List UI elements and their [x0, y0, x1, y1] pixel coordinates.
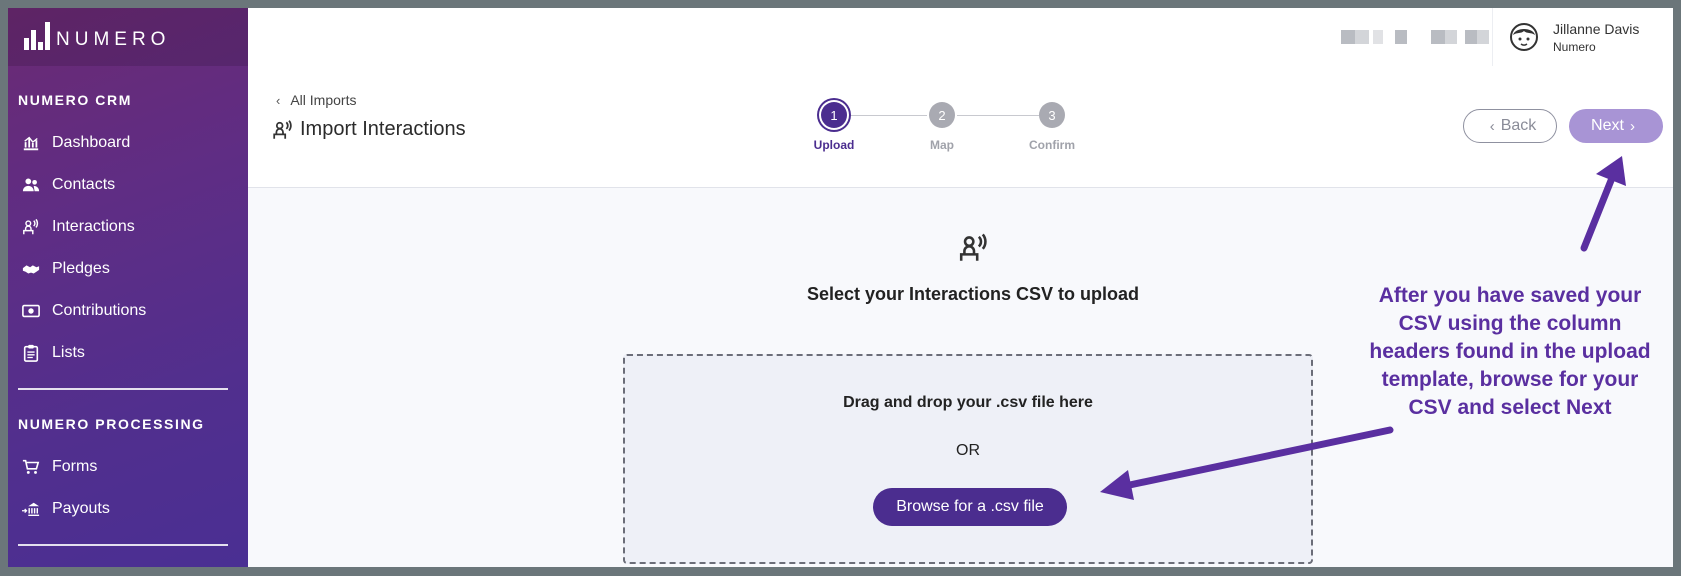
sidebar: NUMERO NUMERO CRM Dashboard Contacts Int…	[8, 8, 248, 567]
next-button[interactable]: Next ›	[1569, 109, 1663, 143]
redacted-block	[1355, 30, 1369, 44]
step-label: Confirm	[1029, 138, 1075, 152]
step-upload: 1 Upload	[804, 102, 864, 152]
chevron-right-icon: ›	[1629, 117, 1635, 135]
avatar-icon	[1510, 23, 1538, 51]
sidebar-section-crm: NUMERO CRM	[18, 92, 132, 108]
dropzone-text: Drag and drop your .csv file here	[843, 394, 1093, 411]
redacted-block	[1341, 30, 1355, 44]
interactions-icon	[20, 216, 42, 238]
sidebar-item-dashboard[interactable]: Dashboard	[8, 122, 248, 164]
back-button-label: Back	[1500, 117, 1537, 134]
back-button[interactable]: ‹ Back	[1463, 109, 1557, 143]
sidebar-item-lists[interactable]: Lists	[8, 332, 248, 374]
import-stepper: 1 Upload 2 Map 3 Confirm	[804, 102, 1075, 162]
page-title-text: Import Interactions	[300, 118, 466, 140]
user-name: Jillanne Davis	[1553, 20, 1640, 37]
step-number: 1	[821, 102, 847, 128]
sidebar-item-label: Pledges	[52, 260, 110, 277]
user-menu[interactable]: Jillanne Davis Numero	[1492, 8, 1673, 66]
sidebar-divider	[18, 388, 228, 390]
step-map: 2 Map	[912, 102, 972, 152]
dashboard-icon	[20, 132, 42, 154]
page-header: ‹ All Imports Import Interactions 1 Uplo…	[248, 66, 1673, 188]
redacted-block	[1477, 30, 1489, 44]
sidebar-section-processing: NUMERO PROCESSING	[18, 416, 205, 432]
redacted-block	[1431, 30, 1445, 44]
step-number: 3	[1039, 102, 1065, 128]
brand-logo[interactable]: NUMERO	[8, 8, 248, 66]
sidebar-item-interactions[interactable]: Interactions	[8, 206, 248, 248]
browse-file-button[interactable]: Browse for a .csv file	[873, 488, 1067, 526]
next-button-label: Next	[1591, 117, 1624, 134]
step-number: 2	[929, 102, 955, 128]
numero-logo-icon	[22, 22, 52, 52]
redacted-block	[1395, 30, 1407, 44]
interactions-icon	[959, 233, 987, 261]
sidebar-item-label: Contributions	[52, 302, 147, 319]
handshake-icon	[20, 258, 42, 280]
clipboard-icon	[20, 342, 42, 364]
sidebar-item-contacts[interactable]: Contacts	[8, 164, 248, 206]
sidebar-item-label: Payouts	[52, 500, 110, 517]
sidebar-item-contributions[interactable]: Contributions	[8, 290, 248, 332]
sidebar-item-forms[interactable]: Forms	[8, 446, 248, 488]
step-confirm: 3 Confirm	[1022, 102, 1082, 152]
chevron-left-icon: ‹	[276, 92, 281, 108]
sidebar-item-label: Dashboard	[52, 134, 131, 151]
redacted-block	[1445, 30, 1457, 44]
interactions-icon	[273, 119, 292, 139]
step-label: Upload	[813, 138, 855, 152]
page-title: Import Interactions	[272, 118, 466, 141]
top-bar: Jillanne Davis Numero	[248, 8, 1673, 67]
chevron-left-icon: ‹	[1489, 117, 1495, 135]
annotation-text: After you have saved your CSV using the …	[1369, 284, 1651, 419]
sidebar-item-pledges[interactable]: Pledges	[8, 248, 248, 290]
redacted-block	[1465, 30, 1477, 44]
redacted-block	[1373, 30, 1383, 44]
sidebar-item-label: Forms	[52, 458, 98, 475]
contacts-icon	[20, 174, 42, 196]
cash-icon	[20, 300, 42, 322]
sidebar-item-label: Interactions	[52, 218, 135, 235]
sidebar-item-payouts[interactable]: Payouts	[8, 488, 248, 530]
user-organization: Numero	[1553, 39, 1596, 54]
step-label: Map	[930, 138, 954, 152]
breadcrumb-label: All Imports	[290, 92, 357, 108]
brand-name: NUMERO	[56, 29, 171, 50]
cart-icon	[20, 456, 42, 478]
sidebar-item-label: Contacts	[52, 176, 116, 193]
file-dropzone[interactable]: Drag and drop your .csv file here OR Bro…	[623, 354, 1313, 564]
dropzone-or: OR	[956, 442, 980, 459]
sidebar-divider	[18, 544, 228, 546]
breadcrumb-all-imports[interactable]: ‹ All Imports	[276, 92, 356, 108]
sidebar-item-label: Lists	[52, 344, 85, 361]
bank-icon	[20, 498, 42, 520]
